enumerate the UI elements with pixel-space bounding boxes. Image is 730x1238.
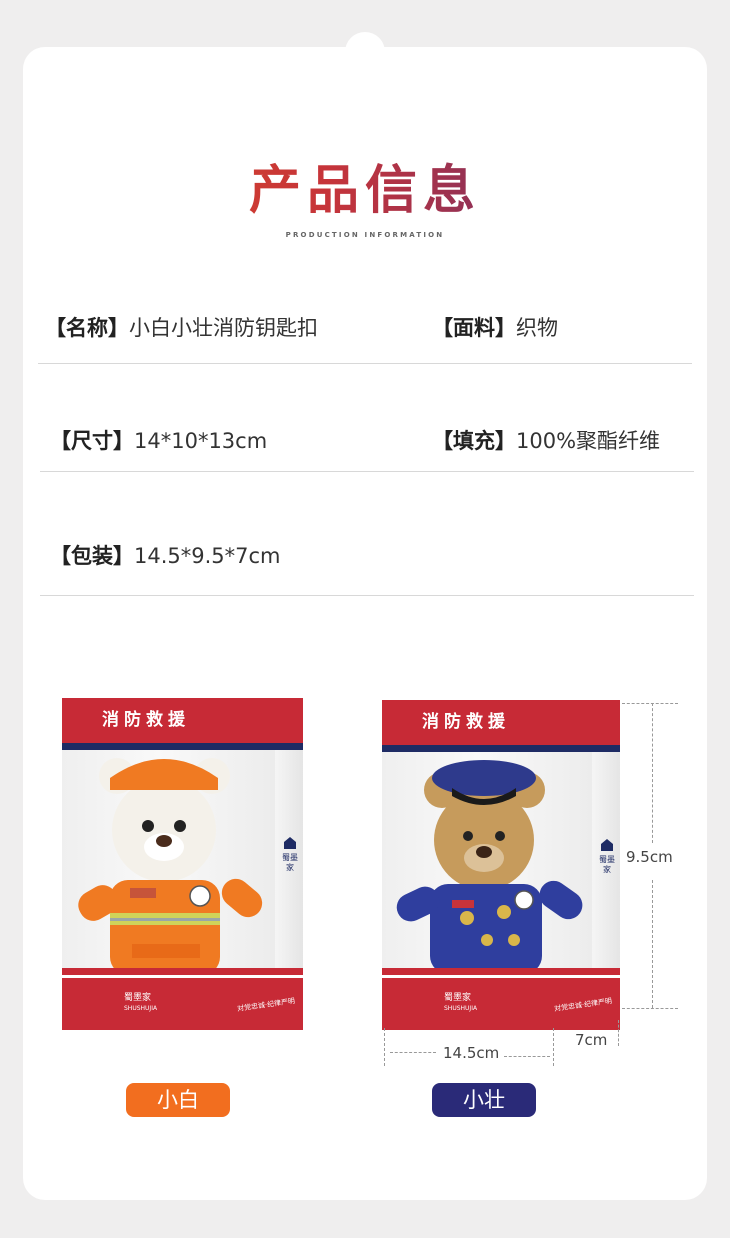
box-base-stripe <box>382 975 620 978</box>
spec-size-value: 14*10*13cm <box>134 429 268 453</box>
dimension-line <box>384 1028 385 1066</box>
dimension-line <box>652 880 653 1008</box>
divider <box>40 595 694 596</box>
label-xiaozhuang: 小壮 <box>432 1083 536 1117</box>
divider <box>40 471 694 472</box>
side-brand: 蜀墨家 <box>598 838 616 875</box>
dimension-line <box>622 703 678 704</box>
box-brand-en: SHUSHUJIA <box>124 1005 158 1012</box>
side-brand-name: 蜀墨家 <box>599 855 615 874</box>
spec-package-label: 【包装】 <box>50 544 134 568</box>
box-brand: 蜀墨家 SHUSHUJIA <box>124 993 157 1014</box>
spec-material-label: 【面料】 <box>432 316 516 340</box>
spec-size: 【尺寸】14*10*13cm <box>50 425 267 455</box>
spec-name-label: 【名称】 <box>45 316 129 340</box>
brand-logo-icon <box>284 837 296 849</box>
dimension-line <box>652 703 653 843</box>
box-brand-en: SHUSHUJIA <box>444 1005 478 1012</box>
spec-size-label: 【尺寸】 <box>50 429 134 453</box>
product-box-xiaobai: 消防救援 蜀墨家 蜀墨家 SHUSHUJIA 对党忠诚·纪律严明 <box>62 698 303 1030</box>
spec-name: 【名称】小白小壮消防钥匙扣 <box>45 312 318 342</box>
page-subtitle: PRODUCTION INFORMATION <box>285 231 445 239</box>
spec-name-value: 小白小壮消防钥匙扣 <box>129 316 318 340</box>
dimension-line <box>390 1052 436 1053</box>
label-xiaobai: 小白 <box>126 1083 230 1117</box>
box-base: 蜀墨家 SHUSHUJIA 对党忠诚·纪律严明 <box>382 968 620 1030</box>
card-notch-hole <box>345 32 385 72</box>
box-brand: 蜀墨家 SHUSHUJIA <box>444 993 477 1014</box>
bear-xiaobai-illustration <box>78 758 263 973</box>
dimension-line <box>622 1008 678 1009</box>
box-slogan: 对党忠诚·纪律严明 <box>236 996 296 1014</box>
spec-material: 【面料】织物 <box>432 312 558 342</box>
bear-xiaozhuang-illustration <box>396 760 583 974</box>
page-title: 产品信息 <box>0 148 730 223</box>
spec-package-value: 14.5*9.5*7cm <box>134 544 281 568</box>
dimension-height: 9.5cm <box>626 848 673 866</box>
box-title: 消防救援 <box>62 698 303 743</box>
spec-material-value: 织物 <box>516 316 558 340</box>
divider <box>38 363 692 364</box>
box-brand-cn: 蜀墨家 <box>124 993 152 1003</box>
dimension-depth: 7cm <box>575 1031 608 1049</box>
spec-filling-value: 100%聚酯纤维 <box>516 429 661 453</box>
side-brand: 蜀墨家 <box>281 836 299 873</box>
dimension-line <box>504 1056 550 1057</box>
spec-filling-label: 【填充】 <box>432 429 516 453</box>
spec-package: 【包装】14.5*9.5*7cm <box>50 540 281 570</box>
box-base: 蜀墨家 SHUSHUJIA 对党忠诚·纪律严明 <box>62 968 303 1030</box>
box-slogan: 对党忠诚·纪律严明 <box>553 996 613 1014</box>
dimension-width: 14.5cm <box>443 1044 500 1062</box>
product-box-xiaozhuang: 消防救援 蜀墨家 蜀墨家 SHUSHUJIA 对党忠诚·纪律严明 <box>382 700 620 1030</box>
box-title: 消防救援 <box>382 700 620 745</box>
brand-logo-icon <box>601 839 613 851</box>
box-base-stripe <box>62 975 303 978</box>
dimension-line <box>618 1020 619 1046</box>
spec-filling: 【填充】100%聚酯纤维 <box>432 425 660 455</box>
dimension-line <box>553 1028 554 1066</box>
box-brand-cn: 蜀墨家 <box>444 993 472 1003</box>
side-brand-name: 蜀墨家 <box>282 853 298 872</box>
